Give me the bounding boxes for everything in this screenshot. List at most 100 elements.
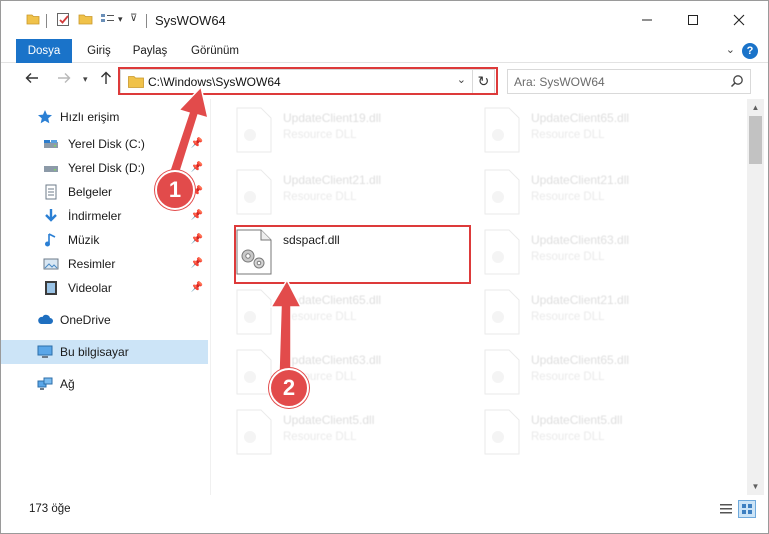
tiles-view-icon[interactable]: [738, 500, 756, 518]
file-name: UpdateClient5.dll: [531, 413, 623, 427]
back-arrow-icon[interactable]: [25, 71, 39, 90]
sidebar-item-label: Hızlı erişim: [60, 110, 120, 124]
sidebar-item-videos[interactable]: Videolar 📌: [1, 276, 208, 300]
file-name: UpdateClient65.dll: [531, 353, 630, 367]
file-item[interactable]: UpdateClient19.dll Resource DLL: [211, 103, 451, 159]
step-2-badge: 2: [269, 368, 309, 408]
drive-icon: [44, 140, 58, 148]
qa-dropdown-icon[interactable]: ▾: [118, 14, 123, 25]
file-type: Resource DLL: [531, 129, 605, 141]
scroll-thumb[interactable]: [749, 116, 762, 164]
pin-icon[interactable]: 📌: [191, 258, 203, 269]
file-item[interactable]: UpdateClient65.dll Resource DLL: [459, 345, 699, 401]
explorer-window: ▾ ⊽ SysWOW64 Dosya Giriş Paylaş Görünüm …: [0, 0, 769, 534]
file-type: Resource DLL: [283, 129, 357, 141]
sidebar-item-label: Yerel Disk (D:): [68, 161, 145, 175]
up-arrow-icon[interactable]: [99, 71, 113, 90]
scroll-up-icon[interactable]: ▲: [747, 99, 764, 116]
file-name: UpdateClient21.dll: [283, 173, 382, 187]
pin-icon[interactable]: 📌: [191, 162, 203, 173]
title-separator: [146, 14, 147, 28]
status-bar: 173 öğe: [1, 495, 768, 533]
minimize-icon: [642, 19, 652, 21]
chevron-down-icon[interactable]: ⌄: [726, 43, 735, 56]
navigation-pane: Hızlı erişim Yerel Disk (C:) 📌 Yerel Dis…: [1, 99, 210, 495]
file-type: Resource DLL: [531, 311, 605, 323]
customize-qa-icon[interactable]: ⊽: [130, 13, 137, 24]
properties-icon[interactable]: [56, 12, 71, 27]
file-name: UpdateClient19.dll: [283, 111, 382, 125]
qa-separator: [46, 14, 47, 28]
file-name: UpdateClient21.dll: [531, 293, 630, 307]
file-item[interactable]: UpdateClient21.dll Resource DLL: [459, 285, 699, 341]
pin-icon[interactable]: 📌: [191, 210, 203, 221]
sidebar-item-label: Resimler: [68, 257, 116, 271]
minimize-button[interactable]: [624, 1, 670, 39]
sidebar-item-quick-access[interactable]: Hızlı erişim: [1, 105, 208, 129]
sidebar-item-local-disk-c[interactable]: Yerel Disk (C:) 📌: [1, 132, 208, 156]
file-type: Resource DLL: [531, 191, 605, 203]
file-item[interactable]: UpdateClient21.dll Resource DLL: [459, 165, 699, 221]
sidebar-item-network[interactable]: Ağ: [1, 372, 208, 396]
file-item[interactable]: UpdateClient21.dll Resource DLL: [211, 165, 451, 221]
address-bar-highlight: [118, 67, 498, 95]
file-type: Resource DLL: [531, 251, 605, 263]
help-icon[interactable]: ?: [742, 43, 758, 59]
step-1-badge: 1: [155, 170, 195, 210]
new-folder-icon[interactable]: [78, 12, 93, 26]
cloud-icon: [38, 314, 53, 324]
sidebar-item-this-pc[interactable]: Bu bilgisayar: [1, 340, 208, 364]
sidebar-item-onedrive[interactable]: OneDrive: [1, 308, 208, 332]
file-item[interactable]: UpdateClient63.dll Resource DLL: [459, 225, 699, 281]
recent-locations-icon[interactable]: ▾: [83, 74, 88, 85]
dll-file-icon: [484, 409, 520, 455]
file-name: UpdateClient5.dll: [283, 413, 375, 427]
file-item[interactable]: UpdateClient65.dll Resource DLL: [459, 103, 699, 159]
vertical-scrollbar[interactable]: ▲ ▼: [747, 99, 764, 495]
file-highlight: [234, 225, 471, 284]
tab-file[interactable]: Dosya: [16, 39, 72, 63]
scroll-down-icon[interactable]: ▼: [747, 478, 764, 495]
documents-icon: [45, 184, 57, 200]
search-box[interactable]: [507, 69, 751, 94]
file-name: UpdateClient65.dll: [283, 293, 382, 307]
pin-icon[interactable]: 📌: [191, 234, 203, 245]
file-item[interactable]: UpdateClient5.dll Resource DLL: [211, 405, 451, 461]
sidebar-item-label: Ağ: [60, 377, 75, 391]
sidebar-item-pictures[interactable]: Resimler 📌: [1, 252, 208, 276]
view-options-icon[interactable]: [100, 12, 116, 26]
tab-share[interactable]: Paylaş: [126, 39, 174, 63]
dll-file-icon: [484, 349, 520, 395]
details-view-icon[interactable]: [719, 502, 733, 516]
forward-arrow-icon[interactable]: [57, 71, 71, 90]
file-item[interactable]: UpdateClient65.dll Resource DLL: [211, 285, 451, 341]
file-type: Resource DLL: [283, 191, 357, 203]
search-input[interactable]: [514, 72, 714, 91]
sidebar-item-label: Müzik: [68, 233, 100, 247]
tab-view[interactable]: Görünüm: [184, 39, 246, 63]
sidebar-item-label: Yerel Disk (C:): [68, 137, 145, 151]
title-bar: ▾ ⊽ SysWOW64: [1, 1, 768, 39]
videos-icon: [45, 281, 57, 295]
folder-icon: [26, 14, 40, 25]
window-title: SysWOW64: [155, 13, 226, 28]
pin-icon[interactable]: 📌: [191, 138, 203, 149]
maximize-button[interactable]: [670, 1, 716, 39]
tab-home[interactable]: Giriş: [80, 39, 118, 63]
pin-icon[interactable]: 📌: [191, 282, 203, 293]
close-button[interactable]: [716, 1, 762, 39]
file-type: Resource DLL: [283, 311, 357, 323]
file-item[interactable]: UpdateClient63.dll Resource DLL: [211, 345, 451, 401]
file-item[interactable]: UpdateClient5.dll Resource DLL: [459, 405, 699, 461]
dll-file-icon: [484, 107, 520, 153]
network-icon: [37, 377, 53, 390]
close-icon: [733, 14, 745, 26]
sidebar-item-music[interactable]: Müzik 📌: [1, 228, 208, 252]
item-count: 173 öğe: [29, 503, 71, 515]
sidebar-item-label: Videolar: [68, 281, 112, 295]
music-icon: [45, 233, 56, 247]
file-list: UpdateClient19.dll Resource DLL UpdateCl…: [211, 99, 747, 495]
dll-file-icon: [236, 169, 272, 215]
file-name: UpdateClient63.dll: [531, 233, 630, 247]
search-icon[interactable]: [730, 74, 744, 88]
